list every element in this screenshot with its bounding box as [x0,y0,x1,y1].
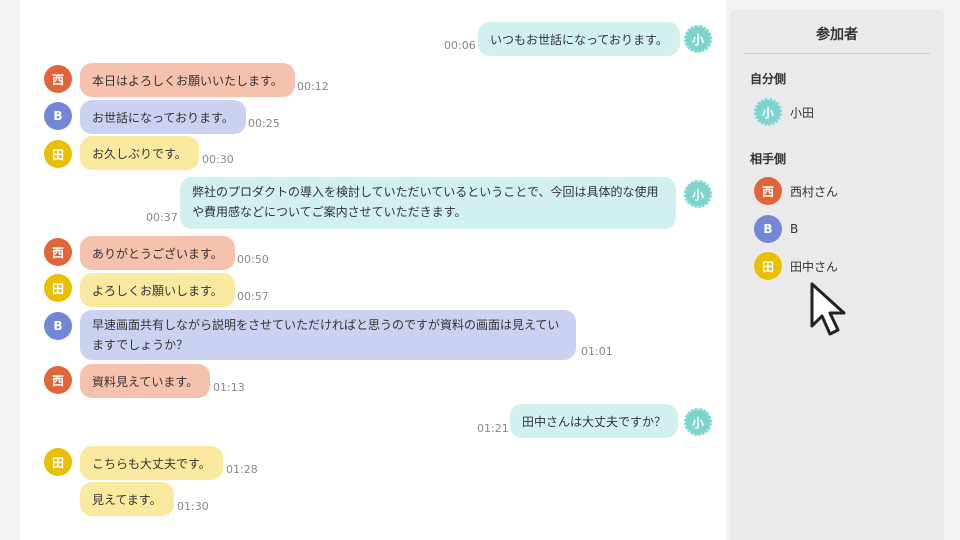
message-bubble: ありがとうございます。 [80,236,235,270]
message-self: 弊社のプロダクトの導入を検討していただいているということで、今回は具体的な使用や… [180,177,676,229]
participant-tanaka[interactable]: 田 田中さん [754,252,838,280]
participant-name: 西村さん [790,184,839,199]
message-time: 00:25 [248,117,280,130]
message-bubble: よろしくお願いします。 [80,273,235,307]
avatar-b: B [754,215,782,243]
message-time: 00:57 [237,290,269,303]
avatar-oda: 小 [684,25,712,53]
message-self: いつもお世話になっております。 [478,22,680,56]
other-side-heading: 相手側 [750,152,787,166]
avatar-nishimura: 西 [44,238,72,266]
message-time: 01:30 [177,500,209,513]
message-bubble: 資料見えています。 [80,364,211,398]
avatar-nishimura: 西 [44,65,72,93]
participant-oda[interactable]: 小 小田 [754,98,814,126]
message-time: 01:01 [581,345,613,358]
avatar-oda: 小 [754,98,782,126]
message-bubble: 見えてます。 [80,482,174,516]
participant-b[interactable]: B B [754,215,798,243]
message-other: お世話になっております。 [80,100,246,134]
participants-title: 参加者 [744,24,930,54]
message-other: ありがとうございます。 [80,236,235,270]
message-time: 01:28 [226,463,258,476]
message-other: 本日はよろしくお願いいたします。 [80,63,295,97]
avatar-oda: 小 [684,408,712,436]
message-other: 早速画面共有しながら説明をさせていただければと思うのですが資料の画面は見えていま… [80,310,576,360]
message-time: 00:30 [202,153,234,166]
message-other: よろしくお願いします。 [80,273,235,307]
avatar-nishimura: 西 [44,366,72,394]
avatar-b: B [44,312,72,340]
message-bubble: お久しぶりです。 [80,136,199,170]
message-bubble: 本日はよろしくお願いいたします。 [80,63,295,97]
message-bubble: 早速画面共有しながら説明をさせていただければと思うのですが資料の画面は見えていま… [80,310,576,360]
message-time: 00:06 [444,39,476,52]
chat-panel: 00:06 いつもお世話になっております。 小 西 本日はよろしくお願いいたしま… [20,0,726,540]
message-time: 00:50 [237,253,269,266]
message-bubble: こちらも大丈夫です。 [80,446,223,480]
participants-panel: 参加者 自分側 小 小田 相手側 西 西村さん B B 田 田中さん [730,10,944,540]
message-time: 01:13 [213,381,245,394]
message-other: 見えてます。 [80,482,174,516]
participant-name: B [790,222,799,236]
avatar-nishimura: 西 [754,177,782,205]
avatar-tanaka: 田 [44,274,72,302]
participant-nishimura[interactable]: 西 西村さん [754,177,838,205]
message-time: 00:12 [297,80,329,93]
own-side-heading: 自分側 [750,72,787,86]
avatar-oda: 小 [684,180,712,208]
mouse-pointer-icon [810,282,846,336]
avatar-tanaka: 田 [44,140,72,168]
participant-name: 小田 [790,105,815,120]
message-bubble: お世話になっております。 [80,100,246,134]
message-other: 資料見えています。 [80,364,211,398]
message-other: お久しぶりです。 [80,136,199,170]
message-time: 00:37 [146,211,178,224]
message-time: 01:21 [477,422,509,435]
message-self: 田中さんは大丈夫ですか？ [510,404,679,438]
avatar-tanaka: 田 [44,448,72,476]
message-bubble: 弊社のプロダクトの導入を検討していただいているということで、今回は具体的な使用や… [180,177,676,229]
participant-name: 田中さん [790,259,839,274]
avatar-tanaka: 田 [754,252,782,280]
avatar-b: B [44,102,72,130]
message-bubble: いつもお世話になっております。 [478,22,680,56]
message-other: こちらも大丈夫です。 [80,446,223,480]
message-bubble: 田中さんは大丈夫ですか？ [510,404,679,438]
